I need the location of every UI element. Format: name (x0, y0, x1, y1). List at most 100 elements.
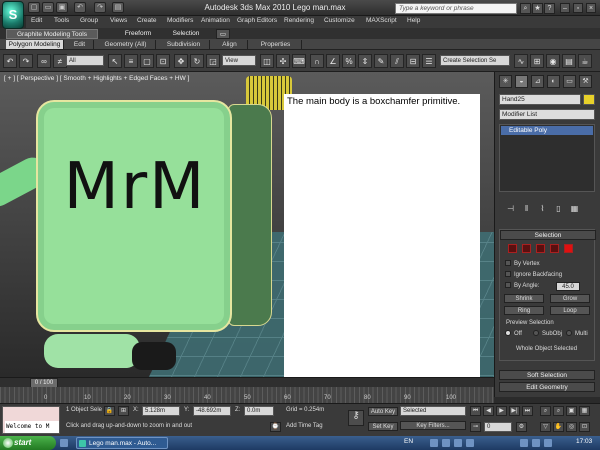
project-folder-icon[interactable]: ▤ (112, 2, 124, 13)
soft-selection-rollout[interactable]: Soft Selection (499, 370, 595, 380)
new-file-icon[interactable]: ▢ (28, 2, 40, 13)
window-crossing-icon[interactable]: ⊡ (156, 54, 170, 68)
zoom-extents-icon[interactable]: ▣ (566, 406, 577, 416)
viewport-label[interactable]: [ + ] [ Perspective ] [ Smooth + Highlig… (4, 75, 189, 82)
stack-item-editable-poly[interactable]: Editable Poly (501, 126, 593, 135)
object-color-swatch[interactable] (583, 94, 595, 105)
black-hand-model[interactable] (132, 342, 176, 370)
object-name-field[interactable]: Hand25 (499, 94, 581, 105)
field-of-view-icon[interactable]: ▽ (540, 422, 551, 432)
taskbar-item-lego-man[interactable]: Lego man.max - Auto... (76, 437, 168, 449)
maximize-icon[interactable]: ▫ (573, 3, 583, 13)
material-editor-icon[interactable]: ◉ (546, 54, 560, 68)
pivot-center-icon[interactable]: ◫ (260, 54, 274, 68)
edit-geometry-rollout[interactable]: Edit Geometry (499, 382, 595, 392)
menu-animation[interactable]: Animation (201, 17, 230, 24)
cube-side-face[interactable] (228, 104, 272, 326)
pin-stack-icon[interactable]: ⊣ (505, 204, 516, 215)
tab-freeform[interactable]: Freeform (118, 29, 158, 39)
modifier-list-dropdown[interactable]: Modifier List (499, 109, 595, 120)
schematic-view-icon[interactable]: ⊞ (530, 54, 544, 68)
tab-graphite-modeling-tools[interactable]: Graphite Modeling Tools (6, 29, 98, 39)
select-manipulate-icon[interactable]: ✣ (276, 54, 290, 68)
percent-snap-icon[interactable]: % (342, 54, 356, 68)
create-tab-icon[interactable]: ✳ (499, 75, 512, 88)
green-arm-model[interactable] (44, 334, 140, 368)
undo-tool-icon[interactable]: ↶ (3, 54, 17, 68)
menu-edit[interactable]: Edit (31, 17, 42, 24)
undo-icon[interactable]: ↶ (74, 2, 86, 13)
minimize-icon[interactable]: – (560, 3, 570, 13)
configure-sets-icon[interactable]: ▦ (569, 204, 580, 215)
unlink-icon[interactable]: ≠ (53, 54, 67, 68)
maxscript-output[interactable]: Welcome to M (5, 421, 59, 433)
preview-multi-radio[interactable]: Multi (566, 330, 588, 337)
star-icon[interactable]: ★ (532, 3, 543, 14)
selection-filter-dropdown[interactable]: All (66, 55, 104, 66)
selection-region-icon[interactable]: ▢ (140, 54, 154, 68)
ring-button[interactable]: Ring (504, 306, 544, 315)
hierarchy-tab-icon[interactable]: ⊿ (531, 75, 544, 88)
preview-subobj-radio[interactable]: SubObj (533, 330, 562, 337)
set-key-icon[interactable]: ⚷ (348, 410, 364, 426)
edit-named-selection-icon[interactable]: ✎ (374, 54, 388, 68)
shrink-button[interactable]: Shrink (504, 294, 544, 303)
next-frame-icon[interactable]: ▶| (509, 406, 520, 416)
previous-frame-icon[interactable]: ◀ (483, 406, 494, 416)
element-mode-icon[interactable] (564, 244, 573, 253)
time-slider[interactable]: 0 / 100 (0, 377, 494, 388)
menu-modifiers[interactable]: Modifiers (167, 17, 193, 24)
remove-modifier-icon[interactable]: ▯ (553, 204, 564, 215)
set-key-button[interactable]: Set Key (368, 422, 398, 431)
key-mode-toggle-icon[interactable]: ⊸ (470, 422, 481, 432)
tab-selection[interactable]: Selection (166, 29, 206, 39)
keyboard-shortcut-icon[interactable]: ⌨ (292, 54, 306, 68)
open-file-icon[interactable]: ▭ (42, 2, 54, 13)
zoom-all-icon[interactable]: ⌕ (553, 406, 564, 416)
time-tag-icon[interactable]: ⌚ (270, 422, 281, 432)
save-file-icon[interactable]: ▣ (56, 2, 68, 13)
angle-snap-icon[interactable]: ∠ (326, 54, 340, 68)
orbit-icon[interactable]: ◎ (566, 422, 577, 432)
selection-lock-icon[interactable]: 🔒 (104, 406, 115, 416)
y-coord-field[interactable]: -48.692m (193, 406, 231, 416)
maxscript-listener[interactable]: Welcome to M (2, 406, 60, 434)
auto-key-button[interactable]: Auto Key (368, 407, 398, 416)
reference-coord-dropdown[interactable]: View (222, 55, 256, 66)
app-logo-icon[interactable]: S (2, 1, 24, 29)
select-by-name-icon[interactable]: ≡ (124, 54, 138, 68)
absolute-mode-icon[interactable]: ⊞ (118, 406, 129, 416)
media-player-icon[interactable] (430, 439, 438, 447)
by-angle-checkbox[interactable]: By Angle: (505, 282, 539, 289)
time-configuration-icon[interactable]: ⚙ (516, 422, 527, 432)
snaps-toggle-icon[interactable]: ∩ (310, 54, 324, 68)
panel-polygon-modeling[interactable]: Polygon Modeling (6, 40, 64, 49)
redo-icon[interactable]: ↷ (94, 2, 106, 13)
binoculars-icon[interactable]: ⌕ (520, 3, 531, 14)
security-icon[interactable] (544, 439, 552, 447)
key-mode-dropdown[interactable]: Selected (400, 406, 466, 416)
tray-play-icon[interactable] (454, 439, 462, 447)
play-icon[interactable]: ▶ (496, 406, 507, 416)
menu-help[interactable]: Help (407, 17, 420, 24)
select-object-icon[interactable]: ↖ (108, 54, 122, 68)
menu-group[interactable]: Group (80, 17, 98, 24)
ignore-backfacing-checkbox[interactable]: Ignore Backfacing (505, 271, 562, 278)
z-coord-field[interactable]: 0.0m (244, 406, 274, 416)
pan-view-icon[interactable]: ✋ (553, 422, 564, 432)
mirror-icon[interactable]: ⫽ (390, 54, 404, 68)
add-time-tag[interactable]: Add Time Tag (286, 423, 323, 429)
close-icon[interactable]: × (586, 3, 596, 13)
loop-button[interactable]: Loop (550, 306, 590, 315)
go-to-end-icon[interactable]: ⏭ (522, 406, 533, 416)
menu-graph-editors[interactable]: Graph Editors (237, 17, 277, 24)
current-frame-field[interactable]: 0 (484, 422, 512, 432)
curve-editor-icon[interactable]: ∿ (514, 54, 528, 68)
menu-tools[interactable]: Tools (54, 17, 69, 24)
zoom-extents-all-icon[interactable]: ▦ (579, 406, 590, 416)
make-unique-icon[interactable]: ⌇ (537, 204, 548, 215)
select-move-icon[interactable]: ✥ (174, 54, 188, 68)
ribbon-minimize-icon[interactable]: ▭ (216, 29, 230, 39)
selection-rollout-header[interactable]: Selection (500, 230, 596, 240)
render-setup-icon[interactable]: ▤ (562, 54, 576, 68)
